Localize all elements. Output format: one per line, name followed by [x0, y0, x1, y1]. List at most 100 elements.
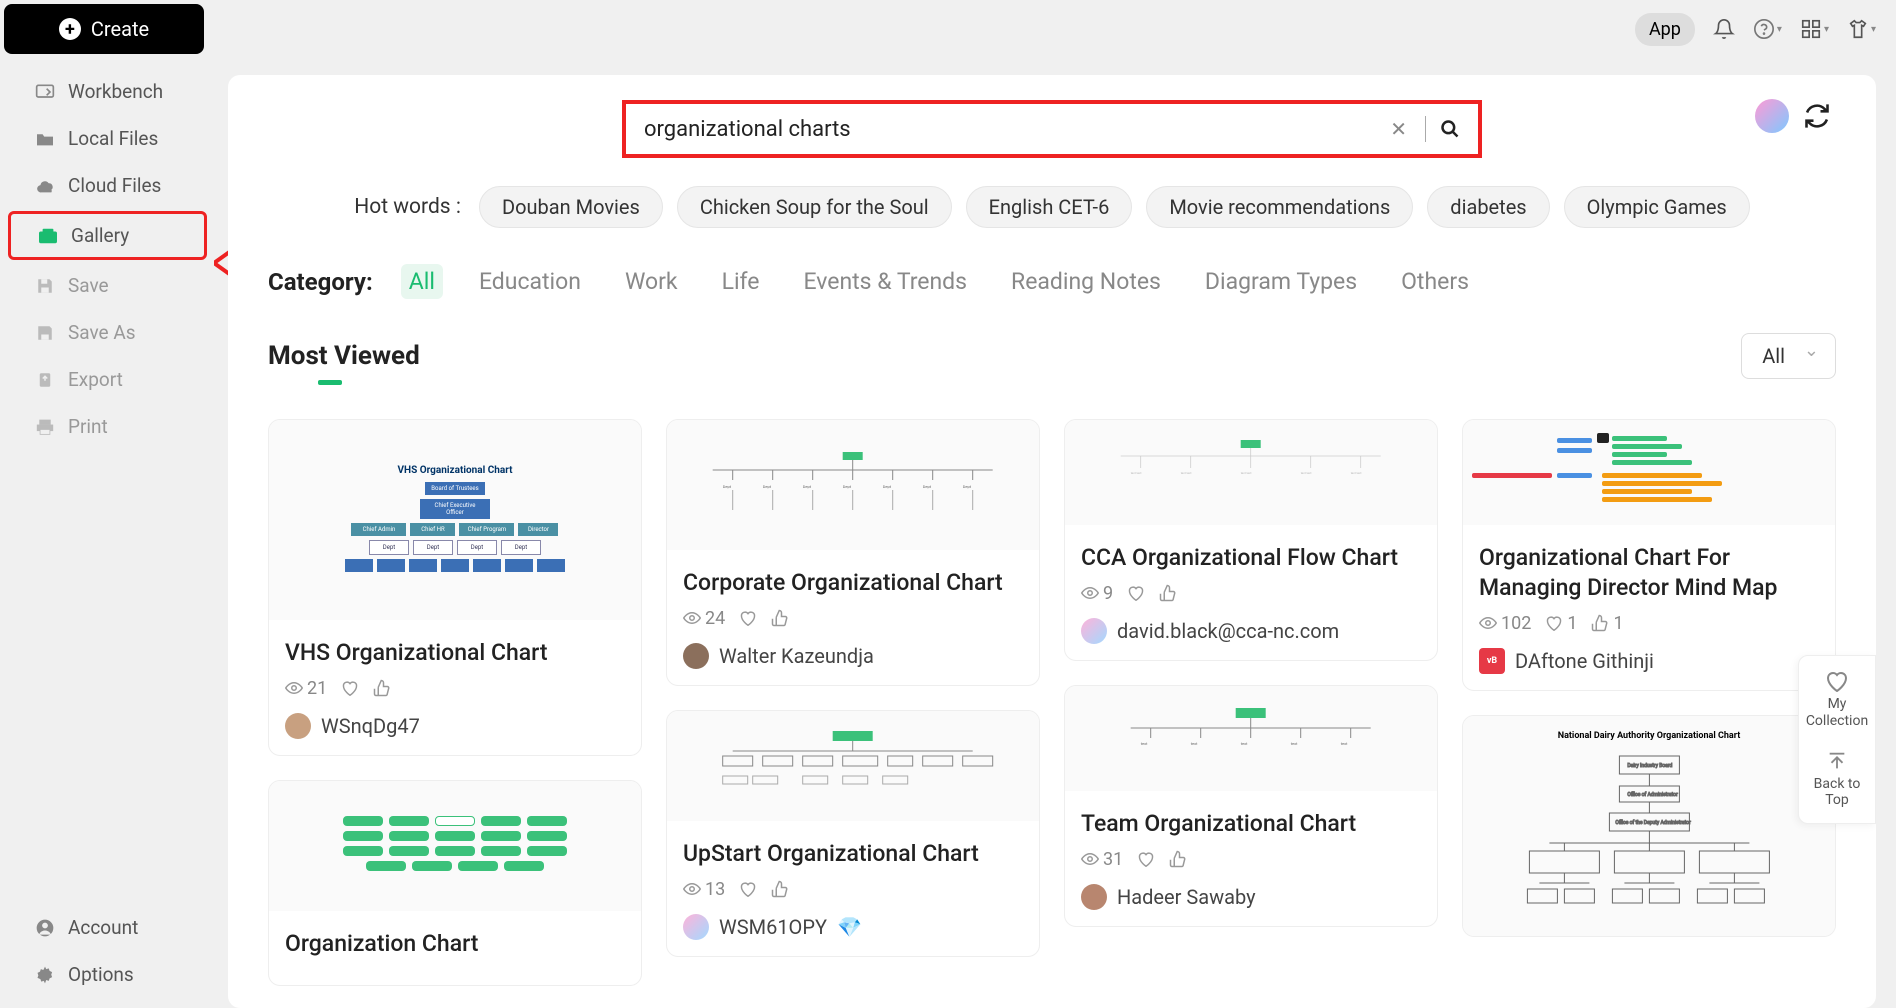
sort-select[interactable]: All: [1741, 333, 1836, 379]
category-tab-diagram[interactable]: Diagram Types: [1197, 264, 1365, 299]
sidebar-item-export[interactable]: Export: [0, 356, 215, 403]
views-stat: 21: [285, 678, 327, 699]
sidebar-item-save[interactable]: Save: [0, 262, 215, 309]
heart-icon: [1825, 670, 1849, 692]
category-tab-education[interactable]: Education: [471, 264, 589, 299]
hotword-pill[interactable]: Movie recommendations: [1146, 186, 1413, 228]
apps-grid-icon[interactable]: [1800, 18, 1822, 40]
sidebar-label: Save As: [68, 321, 136, 344]
thumbs-stat: 1: [1591, 613, 1623, 634]
gallery-card[interactable]: VHS Organizational Chart Board of Truste…: [268, 419, 642, 756]
svg-text:Dairy Industry Board: Dairy Industry Board: [1627, 763, 1672, 769]
chevron-down-icon: ▾: [1777, 24, 1782, 35]
sidebar-label: Cloud Files: [68, 174, 161, 197]
search-input[interactable]: [644, 117, 1380, 142]
card-title: UpStart Organizational Chart: [683, 839, 1023, 869]
gear-icon: [34, 966, 56, 984]
thumbs-up-icon[interactable]: [373, 679, 391, 697]
back-to-top-label: Back to Top: [1803, 776, 1871, 810]
category-tab-life[interactable]: Life: [714, 264, 768, 299]
gallery-card[interactable]: texttexttexttexttext Team Organizational…: [1064, 685, 1438, 927]
svg-text:text text: text text: [1131, 471, 1142, 475]
search-icon[interactable]: [1434, 119, 1466, 139]
thumbs-up-icon[interactable]: [771, 609, 789, 627]
bell-icon[interactable]: [1713, 18, 1735, 40]
sidebar-label: Workbench: [68, 80, 163, 103]
export-icon: [34, 371, 56, 389]
heart-icon[interactable]: [341, 680, 359, 696]
create-button[interactable]: + Create: [4, 4, 204, 54]
category-label: Category:: [268, 268, 373, 296]
svg-text:text text: text text: [1301, 471, 1312, 475]
svg-text:text: text: [1341, 741, 1348, 746]
gallery-card[interactable]: National Dairy Authority Organizational …: [1462, 715, 1836, 937]
sidebar-item-local-files[interactable]: Local Files: [0, 115, 215, 162]
sidebar-label: Account: [68, 916, 138, 939]
likes-stat: 1: [1545, 613, 1577, 634]
back-to-top-button[interactable]: Back to Top: [1803, 750, 1871, 810]
svg-text:text text: text text: [1181, 471, 1192, 475]
views-stat: 102: [1479, 613, 1531, 634]
sidebar-label: Export: [68, 368, 123, 391]
hotword-pill[interactable]: English CET-6: [966, 186, 1133, 228]
gallery-card[interactable]: Organization Chart: [268, 780, 642, 986]
app-pill[interactable]: App: [1635, 13, 1695, 46]
sidebar-item-cloud-files[interactable]: Cloud Files: [0, 162, 215, 209]
category-tab-reading[interactable]: Reading Notes: [1003, 264, 1169, 299]
card-title: Team Organizational Chart: [1081, 809, 1421, 839]
sidebar-item-workbench[interactable]: Workbench: [0, 68, 215, 115]
heart-icon[interactable]: [739, 881, 757, 897]
heart-icon[interactable]: [1137, 851, 1155, 867]
thumbs-up-icon[interactable]: [771, 880, 789, 898]
card-title: VHS Organizational Chart: [285, 638, 625, 668]
sidebar-item-gallery[interactable]: Gallery: [8, 211, 207, 260]
svg-text:Office of Administrator: Office of Administrator: [1627, 791, 1678, 798]
svg-text:Dept: Dept: [963, 484, 972, 489]
hotword-pill[interactable]: diabetes: [1427, 186, 1549, 228]
workbench-icon: [34, 83, 56, 101]
sidebar-item-options[interactable]: Options: [0, 951, 215, 998]
hotwords-label: Hot words :: [354, 195, 461, 219]
my-collection-button[interactable]: My Collection: [1803, 670, 1871, 730]
user-avatar[interactable]: [1755, 99, 1789, 133]
category-tab-all[interactable]: All: [401, 264, 443, 299]
refresh-icon[interactable]: [1803, 102, 1831, 130]
arrow-up-icon: [1826, 750, 1848, 772]
thumbs-up-icon[interactable]: [1159, 584, 1177, 602]
hotword-pill[interactable]: Douban Movies: [479, 186, 663, 228]
author-name: WSM61OPY: [719, 915, 827, 939]
hotword-pill[interactable]: Olympic Games: [1564, 186, 1750, 228]
author-name: Hadeer Sawaby: [1117, 885, 1256, 909]
thumb-title: National Dairy Authority Organizational …: [1482, 731, 1817, 741]
heart-icon[interactable]: [739, 610, 757, 626]
sidebar-item-account[interactable]: Account: [0, 904, 215, 951]
heart-icon[interactable]: [1127, 585, 1145, 601]
main-content: ✕ Hot words : Douban Movies Chicken Soup…: [228, 75, 1876, 1008]
create-label: Create: [91, 17, 149, 41]
category-tab-others[interactable]: Others: [1393, 264, 1477, 299]
svg-text:Office of the Deputy Administr: Office of the Deputy Administrator: [1615, 819, 1691, 826]
views-stat: 24: [683, 608, 725, 629]
gallery-card[interactable]: DeptDeptDeptDeptDeptDeptDept Corporate O…: [666, 419, 1040, 686]
gallery-card[interactable]: Organizational Chart For Managing Direct…: [1462, 419, 1836, 691]
svg-text:text: text: [1291, 741, 1298, 746]
thumbs-up-icon[interactable]: [1169, 850, 1187, 868]
sidebar-item-save-as[interactable]: Save As: [0, 309, 215, 356]
author-name: WSnqDg47: [321, 714, 420, 738]
svg-text:text text: text text: [1241, 471, 1252, 475]
views-stat: 13: [683, 879, 725, 900]
gallery-card[interactable]: text text text text text text text text text…: [1064, 419, 1438, 661]
category-tab-work[interactable]: Work: [617, 264, 686, 299]
sidebar-item-print[interactable]: Print: [0, 403, 215, 450]
help-icon[interactable]: [1753, 18, 1775, 40]
shirt-icon[interactable]: [1847, 18, 1869, 40]
card-thumbnail: DeptDeptDeptDeptDeptDeptDept: [667, 420, 1039, 550]
svg-text:Dept: Dept: [923, 484, 932, 489]
category-tab-events[interactable]: Events & Trends: [795, 264, 975, 299]
svg-text:text text: text text: [1351, 471, 1362, 475]
hotword-pill[interactable]: Chicken Soup for the Soul: [677, 186, 952, 228]
gallery-card[interactable]: UpStart Organizational Chart 13 WSM61OPY…: [666, 710, 1040, 957]
sidebar-label: Options: [68, 963, 134, 986]
sort-value: All: [1762, 344, 1785, 368]
clear-icon[interactable]: ✕: [1380, 117, 1417, 141]
